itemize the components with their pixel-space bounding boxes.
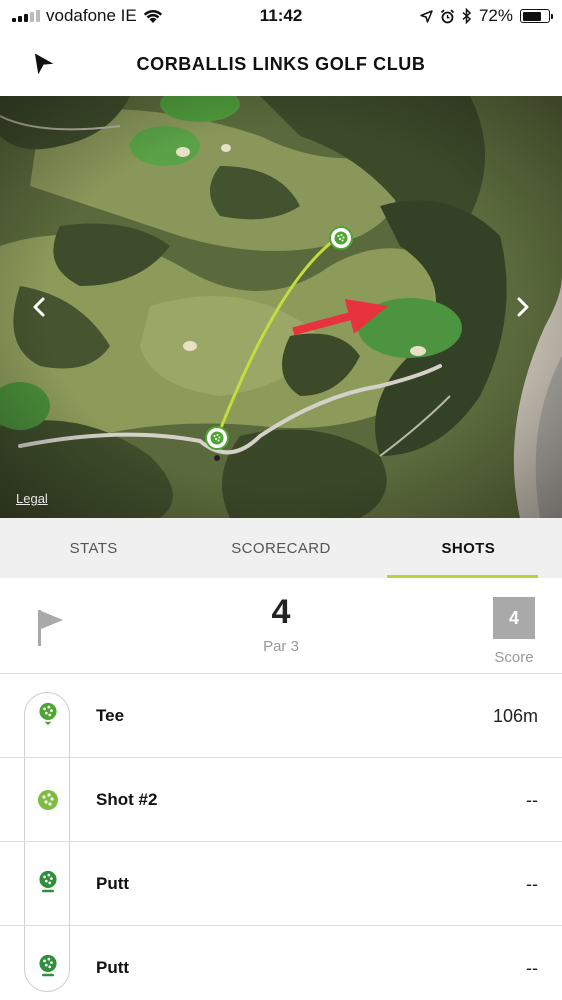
golf-ball-icon (334, 231, 348, 245)
shot-name: Shot #2 (96, 790, 158, 809)
next-hole-button[interactable] (508, 292, 538, 322)
shot-name: Tee (96, 706, 125, 725)
tee-shot-marker[interactable] (205, 426, 229, 450)
shot-name: Putt (96, 874, 130, 893)
score-display[interactable]: 4 Score (492, 597, 536, 666)
battery-icon (520, 9, 553, 23)
shot-name: Putt (96, 958, 130, 977)
hole-info: 4 Par 3 4 Score (0, 578, 562, 674)
golf-ball-icon (39, 702, 57, 726)
score-label: Score (494, 649, 534, 666)
par-label: Par 3 (263, 638, 299, 655)
carrier-label: vodafone IE (46, 6, 137, 25)
shot-row-putt-1[interactable]: Putt -- (0, 842, 562, 926)
strokes-count: 4 (271, 593, 291, 631)
chevron-right-icon (517, 297, 529, 317)
shot-distance: -- (526, 789, 538, 810)
status-bar: vodafone IE 11:42 72% (0, 0, 562, 32)
page-title: CORBALLIS LINKS GOLF CLUB (136, 53, 426, 74)
shot-row-tee[interactable]: Tee 106m (0, 674, 562, 758)
bluetooth-icon (462, 8, 472, 24)
location-arrow-icon (420, 9, 433, 23)
chevron-left-icon (33, 297, 45, 317)
shot-distance: 106m (492, 705, 538, 726)
tab-stats[interactable]: STATS (0, 518, 187, 578)
tab-bar: STATS SCORECARD SHOTS (0, 518, 562, 578)
shot-row-2[interactable]: Shot #2 -- (0, 758, 562, 842)
wifi-icon (143, 9, 162, 23)
signal-icon (12, 10, 40, 22)
status-left: vodafone IE (12, 6, 163, 26)
putt-ball-icon (39, 870, 57, 893)
putt-ball-icon (39, 954, 57, 977)
shot-distance: -- (526, 957, 538, 978)
par-display: 4 Par 3 (0, 592, 562, 655)
back-arrow-icon (34, 54, 54, 75)
shot-row-putt-2[interactable]: Putt -- (0, 926, 562, 1000)
clock: 11:42 (259, 6, 303, 25)
status-right: 72% (420, 6, 553, 26)
score-badge: 4 (493, 597, 535, 639)
shot-distance: -- (526, 873, 538, 894)
satellite-map-image (0, 96, 562, 518)
back-button[interactable] (28, 50, 58, 80)
header: CORBALLIS LINKS GOLF CLUB (0, 32, 562, 96)
course-map[interactable]: Legal (0, 96, 562, 518)
legal-link[interactable]: Legal (16, 491, 48, 506)
alarm-icon (440, 9, 455, 23)
battery-level (522, 11, 541, 21)
golf-ball-icon (210, 431, 224, 445)
tab-shots[interactable]: SHOTS (375, 518, 562, 578)
previous-hole-button[interactable] (24, 292, 54, 322)
battery-percent: 72% (478, 6, 513, 25)
golf-ball-icon (38, 790, 58, 810)
target-shot-marker[interactable] (329, 226, 353, 250)
tab-scorecard[interactable]: SCORECARD (187, 518, 374, 578)
shots-list: Tee 106m Shot #2 -- Putt -- Putt -- (0, 674, 562, 1000)
